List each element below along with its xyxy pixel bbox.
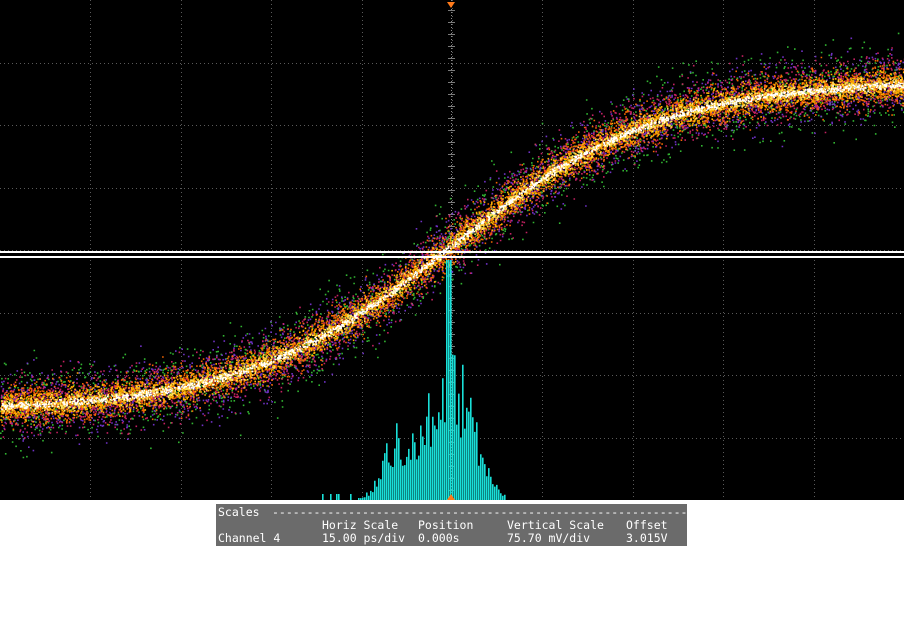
scales-title: Scales [218, 505, 260, 519]
horiz-scale-value: 15.00 ps/div [322, 531, 406, 545]
scales-channel-row[interactable]: Channel 4 15.00 ps/div 0.000s 75.70 mV/d… [218, 532, 685, 545]
position-value: 0.000s [418, 531, 460, 545]
vertical-scale-value: 75.70 mV/div [507, 531, 591, 545]
channel-label: Channel 4 [218, 531, 281, 545]
waveform-canvas[interactable] [0, 0, 904, 500]
oscilloscope-display[interactable] [0, 0, 904, 500]
scales-panel: Scales ---------------------------------… [216, 504, 736, 546]
window-divider [0, 256, 904, 258]
offset-value: 3.015V [626, 531, 668, 545]
trigger-marker-top-icon[interactable] [447, 2, 455, 8]
window-divider [0, 251, 904, 253]
